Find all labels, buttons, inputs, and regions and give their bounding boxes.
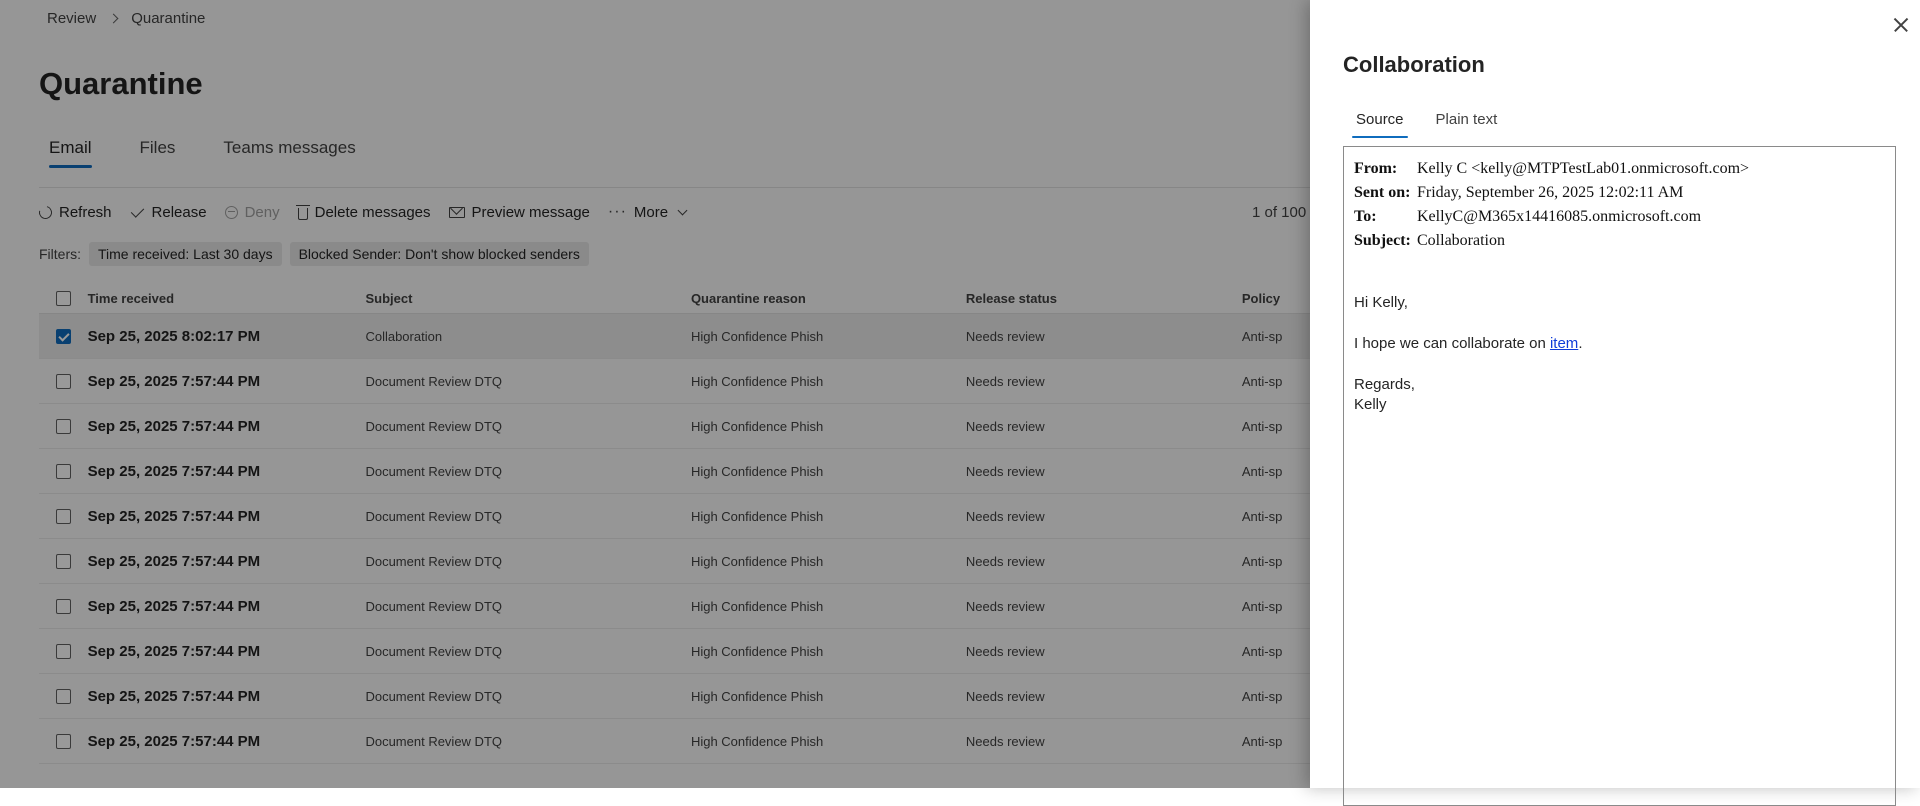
- tab-plain-text[interactable]: Plain text: [1434, 111, 1500, 138]
- header-subject: Subject: Collaboration: [1354, 229, 1885, 253]
- body-line-suffix: .: [1578, 335, 1583, 352]
- close-icon[interactable]: [1890, 14, 1912, 36]
- message-source-view: From: Kelly C <kelly@MTPTestLab01.onmicr…: [1343, 146, 1896, 806]
- item-link[interactable]: item: [1550, 335, 1578, 352]
- to-value: KellyC@M365x14416085.onmicrosoft.com: [1417, 208, 1702, 225]
- sent-on-label: Sent on:: [1354, 184, 1411, 201]
- message-preview-panel: Collaboration Source Plain text From: Ke…: [1310, 0, 1920, 806]
- header-from: From: Kelly C <kelly@MTPTestLab01.onmicr…: [1354, 157, 1885, 181]
- panel-tab-list: Source Plain text: [1352, 111, 1500, 138]
- from-label: From:: [1354, 160, 1398, 177]
- body-greeting: Hi Kelly,: [1354, 294, 1408, 311]
- tab-source[interactable]: Source: [1352, 111, 1408, 138]
- from-value: Kelly C <kelly@MTPTestLab01.onmicrosoft.…: [1417, 160, 1750, 177]
- sent-on-value: Friday, September 26, 2025 12:02:11 AM: [1417, 184, 1684, 201]
- to-label: To:: [1354, 208, 1377, 225]
- subject-value: Collaboration: [1417, 232, 1505, 249]
- panel-title: Collaboration: [1343, 52, 1485, 77]
- body-line: I hope we can collaborate on item.: [1354, 334, 1885, 354]
- header-to: To: KellyC@M365x14416085.onmicrosoft.com: [1354, 205, 1885, 229]
- header-sent-on: Sent on: Friday, September 26, 2025 12:0…: [1354, 181, 1885, 205]
- body-closing: Regards,: [1354, 376, 1415, 393]
- modal-overlay[interactable]: [0, 0, 1310, 788]
- message-body: Hi Kelly, I hope we can collaborate on i…: [1354, 293, 1885, 415]
- body-line-prefix: I hope we can collaborate on: [1354, 335, 1550, 352]
- subject-label: Subject:: [1354, 232, 1411, 249]
- message-headers: From: Kelly C <kelly@MTPTestLab01.onmicr…: [1354, 157, 1885, 253]
- body-signature: Kelly: [1354, 396, 1387, 413]
